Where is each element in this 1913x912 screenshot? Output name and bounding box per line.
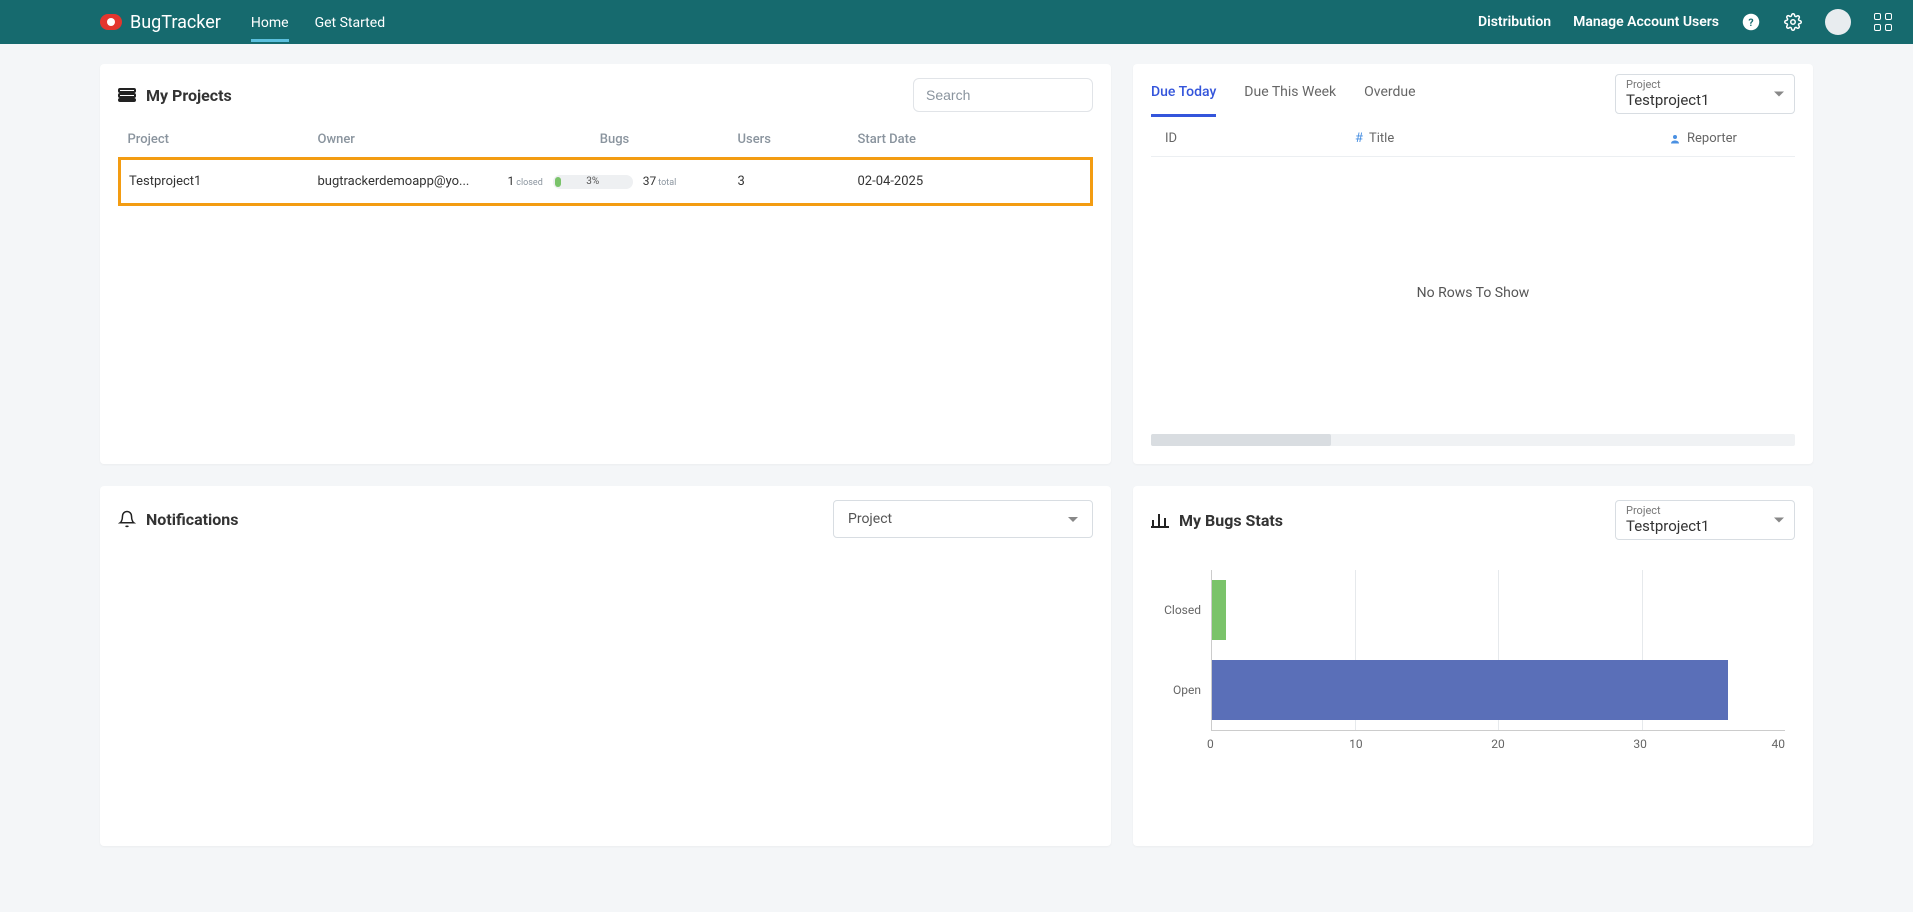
nav-get-started[interactable]: Get Started <box>315 3 386 41</box>
stats-project-select-label: Project <box>1626 504 1784 517</box>
chart-label-closed: Closed <box>1151 603 1211 617</box>
col-start-date: Start Date <box>850 122 1092 159</box>
tab-due-today[interactable]: Due Today <box>1151 74 1216 117</box>
col-users: Users <box>730 122 850 159</box>
nav-home[interactable]: Home <box>251 3 289 41</box>
brand-name: BugTracker <box>130 12 221 33</box>
cell-bugs: 1closed 3% 37total <box>500 159 730 205</box>
user-icon <box>1669 133 1681 145</box>
due-columns: ID # Title Reporter <box>1151 117 1795 157</box>
due-project-select-label: Project <box>1626 78 1784 91</box>
topbar: BugTracker Home Get Started Distribution… <box>0 0 1913 44</box>
notifications-card: Notifications Project <box>100 486 1111 846</box>
chevron-down-icon <box>1068 517 1078 522</box>
bell-icon <box>118 510 136 528</box>
project-row[interactable]: Testproject1 bugtrackerdemoapp@yo... 1cl… <box>120 159 1092 205</box>
chevron-down-icon <box>1774 518 1784 523</box>
help-icon[interactable]: ? <box>1741 12 1761 32</box>
stats-project-select[interactable]: Project Testproject1 <box>1615 500 1795 540</box>
cell-start-date: 02-04-2025 <box>850 159 1092 205</box>
nav-links: Home Get Started <box>251 3 385 41</box>
avatar[interactable] <box>1825 9 1851 35</box>
search-input[interactable] <box>913 78 1093 112</box>
due-card: Due Today Due This Week Overdue Project … <box>1133 64 1813 464</box>
cell-owner: bugtrackerdemoapp@yo... <box>310 159 500 205</box>
brand[interactable]: BugTracker <box>100 12 221 33</box>
nav-manage-users[interactable]: Manage Account Users <box>1573 14 1719 30</box>
main: My Projects Project Owner Bugs Users Sta… <box>0 44 1913 866</box>
list-icon <box>118 88 136 102</box>
cell-users: 3 <box>730 159 850 205</box>
col-project: Project <box>120 122 310 159</box>
stats-title: My Bugs Stats <box>1179 511 1283 530</box>
stats-project-select-value: Testproject1 <box>1626 517 1784 535</box>
due-project-select[interactable]: Project Testproject1 <box>1615 74 1795 114</box>
cell-project-name: Testproject1 <box>120 159 310 205</box>
col-reporter: Reporter <box>1669 131 1789 146</box>
bugs-chart: Closed Open 0 10 20 30 40 <box>1151 570 1795 751</box>
chart-x-axis: 0 10 20 30 40 <box>1211 730 1785 751</box>
col-title: # Title <box>1355 131 1629 146</box>
topbar-right: Distribution Manage Account Users ? <box>1478 9 1893 35</box>
col-bugs: Bugs <box>500 122 730 159</box>
notifications-select-label: Project <box>848 511 892 527</box>
bar-chart-icon <box>1151 512 1169 528</box>
tab-overdue[interactable]: Overdue <box>1364 74 1415 117</box>
notifications-title: Notifications <box>146 510 239 529</box>
projects-table: Project Owner Bugs Users Start Date Test… <box>118 122 1093 206</box>
bug-logo-icon <box>100 14 122 30</box>
gear-icon[interactable] <box>1783 12 1803 32</box>
my-projects-card: My Projects Project Owner Bugs Users Sta… <box>100 64 1111 464</box>
bar-closed <box>1212 580 1226 640</box>
hash-icon: # <box>1355 131 1363 146</box>
no-rows-message: No Rows To Show <box>1151 157 1795 428</box>
col-id: ID <box>1165 131 1315 146</box>
svg-text:?: ? <box>1748 16 1753 29</box>
horizontal-scrollbar[interactable] <box>1151 434 1795 446</box>
chevron-down-icon <box>1774 92 1784 97</box>
chart-label-open: Open <box>1151 683 1211 697</box>
my-projects-title: My Projects <box>146 86 232 105</box>
progress-bar: 3% <box>553 175 633 189</box>
apps-grid-icon[interactable] <box>1873 12 1893 32</box>
notifications-project-select[interactable]: Project <box>833 500 1093 538</box>
due-project-select-value: Testproject1 <box>1626 91 1784 109</box>
nav-distribution[interactable]: Distribution <box>1478 14 1551 30</box>
stats-card: My Bugs Stats Project Testproject1 Close… <box>1133 486 1813 846</box>
col-owner: Owner <box>310 122 500 159</box>
tab-due-week[interactable]: Due This Week <box>1244 74 1336 117</box>
due-tabs: Due Today Due This Week Overdue <box>1151 74 1416 117</box>
bar-open <box>1212 660 1728 720</box>
